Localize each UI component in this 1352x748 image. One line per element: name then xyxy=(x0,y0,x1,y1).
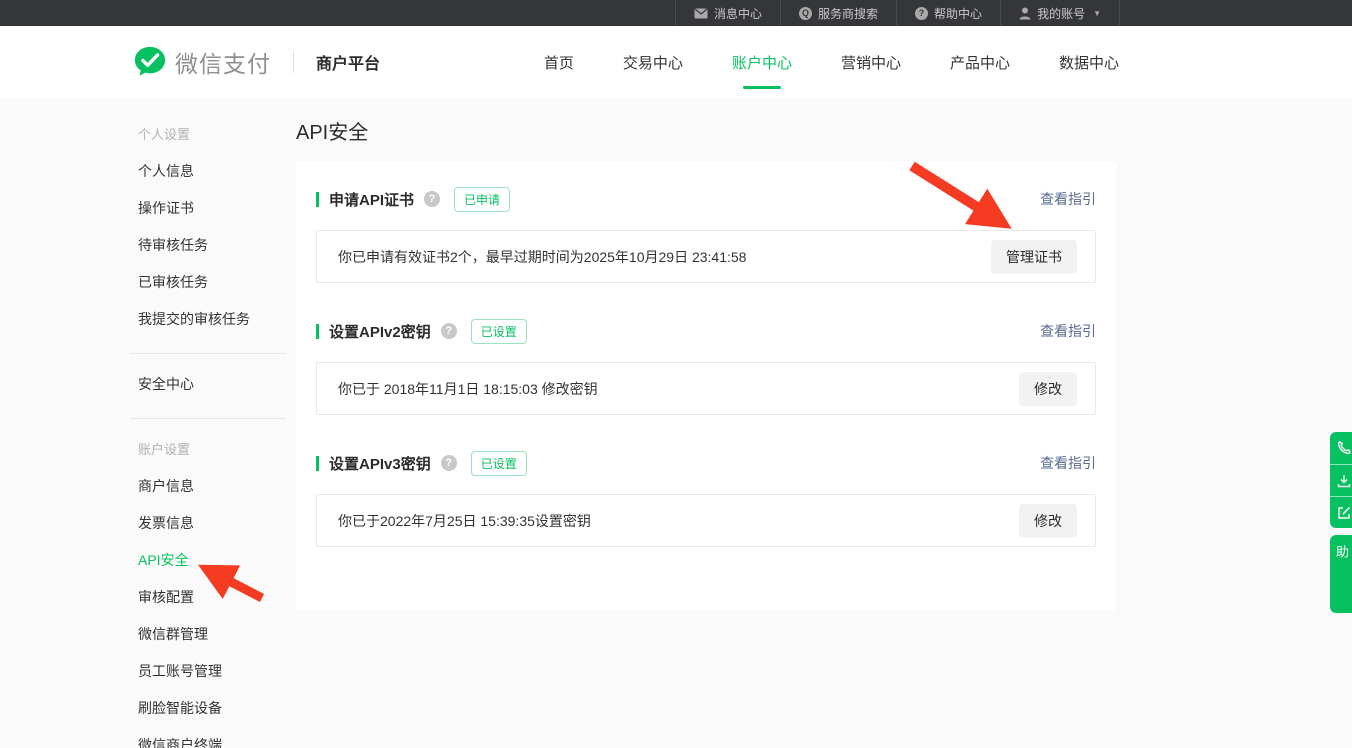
api-security-card: 申请API证书 ? 已申请 查看指引 你已申请有效证书2个，最早过期时间为202… xyxy=(296,162,1116,610)
sidebar-divider xyxy=(130,353,286,354)
nav-marketing-center[interactable]: 营销中心 xyxy=(839,48,903,77)
search-icon: Q xyxy=(799,7,812,20)
sidebar: 个人设置 个人信息 操作证书 待审核任务 已审核任务 我提交的审核任务 安全中心… xyxy=(130,115,286,748)
apiv2-key-row: 你已于 2018年11月1日 18:15:03 修改密钥 修改 xyxy=(316,362,1096,415)
nav-product-center[interactable]: 产品中心 xyxy=(948,48,1012,77)
message-center-item[interactable]: 消息中心 xyxy=(675,0,780,26)
apiv3-key-row: 你已于2022年7月25日 15:39:35设置密钥 修改 xyxy=(316,494,1096,547)
merchant-platform-page: 消息中心 Q 服务商搜索 ? 帮助中心 我的账号 ▼ 微信支付 商户平台 xyxy=(0,0,1352,748)
download-button[interactable] xyxy=(1330,464,1352,496)
section-title-apiv2-key: 设置APIv2密钥 xyxy=(329,321,431,342)
chevron-down-icon: ▼ xyxy=(1093,9,1101,18)
sidebar-divider xyxy=(130,418,286,419)
modify-apiv3-key-button[interactable]: 修改 xyxy=(1019,504,1077,538)
my-account-item[interactable]: 我的账号 ▼ xyxy=(1000,0,1120,26)
sidebar-item-operation-certificate[interactable]: 操作证书 xyxy=(130,189,286,226)
status-badge-set-v2: 已设置 xyxy=(471,319,527,344)
feedback-button[interactable] xyxy=(1330,496,1352,528)
manage-cert-button[interactable]: 管理证书 xyxy=(991,240,1077,274)
floating-helper-widget: 获取帮助 xyxy=(1330,432,1352,613)
nav-transaction-center[interactable]: 交易中心 xyxy=(621,48,685,77)
nav-account-center[interactable]: 账户中心 xyxy=(730,48,794,77)
primary-nav: 首页 交易中心 账户中心 营销中心 产品中心 数据中心 xyxy=(542,26,1121,98)
help-center-item[interactable]: ? 帮助中心 xyxy=(896,0,1000,26)
get-help-button[interactable]: 获取帮助 xyxy=(1330,535,1352,613)
apiv2-key-status-text: 你已于 2018年11月1日 18:15:03 修改密钥 xyxy=(338,379,598,399)
sidebar-item-face-payment-devices[interactable]: 刷脸智能设备 xyxy=(130,689,286,726)
nav-data-center[interactable]: 数据中心 xyxy=(1057,48,1121,77)
view-guide-link[interactable]: 查看指引 xyxy=(1040,321,1096,341)
sidebar-item-pending-review-tasks[interactable]: 待审核任务 xyxy=(130,226,286,263)
main-content: API安全 申请API证书 ? 已申请 查看指引 你已申请有效证书2个，最早过期… xyxy=(296,98,1116,610)
question-circle-icon[interactable]: ? xyxy=(424,191,440,207)
main-header: 微信支付 商户平台 首页 交易中心 账户中心 营销中心 产品中心 数据中心 xyxy=(0,26,1352,98)
status-badge-set-v3: 已设置 xyxy=(471,451,527,476)
view-guide-link[interactable]: 查看指引 xyxy=(1040,189,1096,209)
status-badge-applied: 已申请 xyxy=(454,187,510,212)
section-accent-bar xyxy=(316,192,319,207)
sidebar-item-merchant-info[interactable]: 商户信息 xyxy=(130,467,286,504)
sidebar-item-staff-account-management[interactable]: 员工账号管理 xyxy=(130,652,286,689)
user-icon xyxy=(1019,7,1031,20)
brand-name: 微信支付 xyxy=(175,45,271,79)
view-guide-link[interactable]: 查看指引 xyxy=(1040,453,1096,473)
page-title: API安全 xyxy=(296,98,1116,145)
section-apiv2-key-header: 设置APIv2密钥 ? 已设置 查看指引 xyxy=(316,320,1096,342)
sidebar-item-review-config[interactable]: 审核配置 xyxy=(130,578,286,615)
section-apiv3-key-header: 设置APIv3密钥 ? 已设置 查看指引 xyxy=(316,452,1096,474)
brand-area: 微信支付 商户平台 xyxy=(133,26,380,98)
question-circle-icon[interactable]: ? xyxy=(441,455,457,471)
sidebar-item-reviewed-tasks[interactable]: 已审核任务 xyxy=(130,263,286,300)
sidebar-header-account-settings: 账户设置 xyxy=(130,430,286,467)
sidebar-item-my-submitted-tasks[interactable]: 我提交的审核任务 xyxy=(130,300,286,337)
floating-icon-group xyxy=(1330,432,1352,528)
section-title-apiv3-key: 设置APIv3密钥 xyxy=(329,453,431,474)
sidebar-item-personal-info[interactable]: 个人信息 xyxy=(130,152,286,189)
sidebar-item-security-center[interactable]: 安全中心 xyxy=(130,365,286,402)
brand-divider xyxy=(293,51,294,73)
wechat-pay-logo-icon xyxy=(133,45,167,79)
service-provider-search-item[interactable]: Q 服务商搜索 xyxy=(780,0,896,26)
section-accent-bar xyxy=(316,456,319,471)
mail-icon xyxy=(694,8,708,19)
sidebar-item-wechat-merchant-terminal[interactable]: 微信商户终端 xyxy=(130,726,286,748)
download-icon xyxy=(1336,473,1352,489)
api-cert-row: 你已申请有效证书2个，最早过期时间为2025年10月29日 23:41:58 管… xyxy=(316,230,1096,283)
section-title-apply-api-cert: 申请API证书 xyxy=(329,189,414,210)
help-icon: ? xyxy=(915,7,928,20)
message-center-label: 消息中心 xyxy=(714,5,762,22)
nav-home[interactable]: 首页 xyxy=(542,48,576,77)
section-apply-api-cert-header: 申请API证书 ? 已申请 查看指引 xyxy=(316,188,1096,210)
top-utility-bar: 消息中心 Q 服务商搜索 ? 帮助中心 我的账号 ▼ xyxy=(0,0,1352,26)
sidebar-item-api-security[interactable]: API安全 xyxy=(130,541,286,578)
contact-phone-button[interactable] xyxy=(1330,432,1352,464)
service-provider-search-label: 服务商搜索 xyxy=(818,5,878,22)
phone-icon xyxy=(1336,440,1352,456)
section-accent-bar xyxy=(316,324,319,339)
edit-icon xyxy=(1336,505,1352,521)
platform-name: 商户平台 xyxy=(316,50,380,74)
my-account-label: 我的账号 xyxy=(1037,5,1085,22)
sidebar-header-personal-settings: 个人设置 xyxy=(130,115,286,152)
help-center-label: 帮助中心 xyxy=(934,5,982,22)
sidebar-item-wechat-group-management[interactable]: 微信群管理 xyxy=(130,615,286,652)
question-circle-icon[interactable]: ? xyxy=(441,323,457,339)
api-cert-status-text: 你已申请有效证书2个，最早过期时间为2025年10月29日 23:41:58 xyxy=(338,247,746,267)
sidebar-item-invoice-info[interactable]: 发票信息 xyxy=(130,504,286,541)
apiv3-key-status-text: 你已于2022年7月25日 15:39:35设置密钥 xyxy=(338,511,591,531)
modify-apiv2-key-button[interactable]: 修改 xyxy=(1019,372,1077,406)
